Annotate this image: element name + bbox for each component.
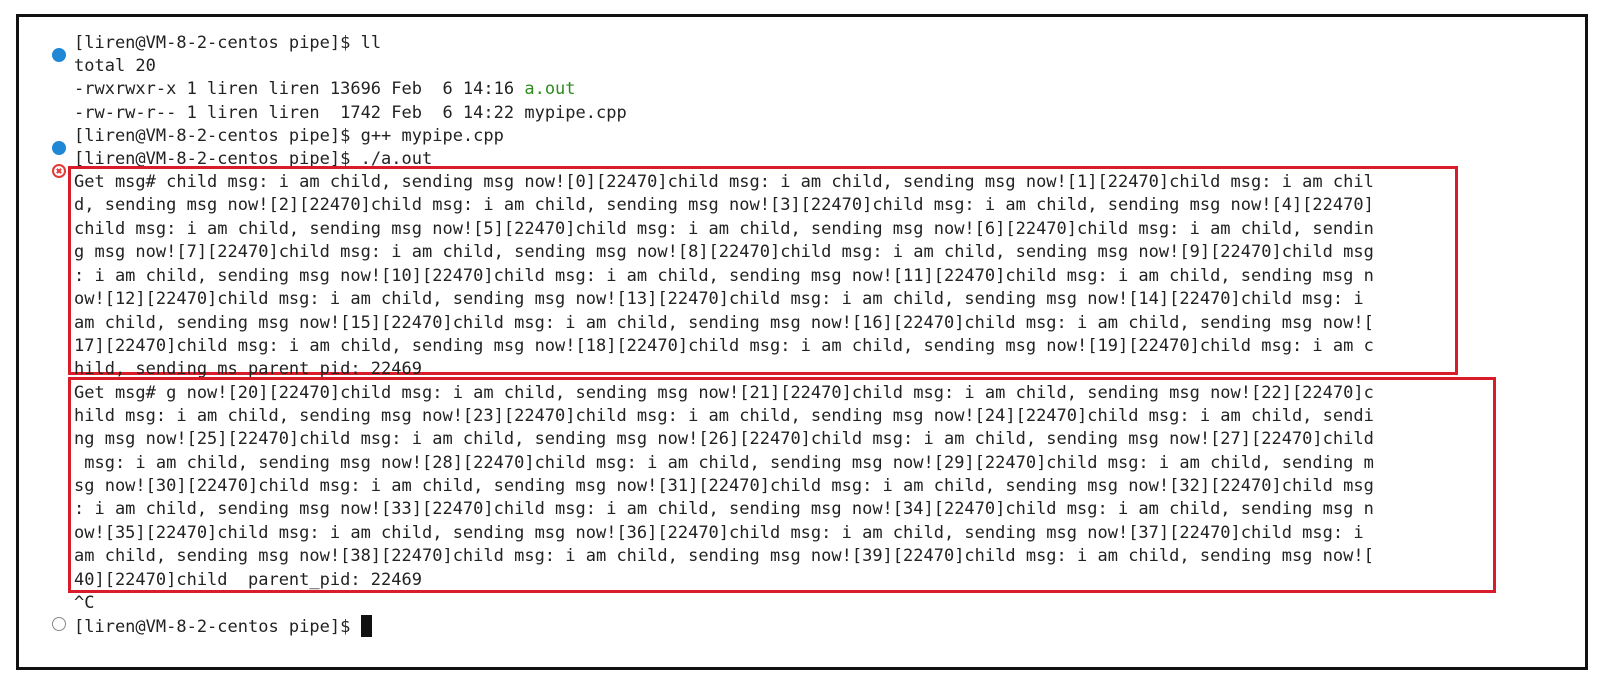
shell-prompt: [liren@VM-8-2-centos pipe]$ bbox=[74, 33, 361, 53]
interrupt-line: ^C bbox=[74, 593, 95, 613]
output-line: : i am child, sending msg now![10][22470… bbox=[74, 266, 1374, 286]
output-line: hild msg: i am child, sending msg now![2… bbox=[74, 406, 1374, 426]
output-line: d, sending msg now![2][22470]child msg: … bbox=[74, 195, 1374, 215]
shell-prompt: [liren@VM-8-2-centos pipe]$ bbox=[74, 617, 361, 637]
command-success-icon[interactable] bbox=[52, 141, 66, 155]
output-line: ng msg now![25][22470]child msg: i am ch… bbox=[74, 429, 1374, 449]
output-line: : i am child, sending msg now![33][22470… bbox=[74, 499, 1374, 519]
file-meta: -rw-rw-r-- 1 liren liren 1742 Feb 6 14:2… bbox=[74, 103, 525, 123]
command-line-current[interactable]: [liren@VM-8-2-centos pipe]$ bbox=[74, 615, 372, 639]
file-name-executable: a.out bbox=[524, 79, 576, 99]
output-line: sg now![30][22470]child msg: i am child,… bbox=[74, 476, 1374, 496]
output-line: 17][22470]child msg: i am child, sending… bbox=[74, 336, 1374, 356]
output-line: 40][22470]child parent_pid: 22469 bbox=[74, 570, 422, 590]
text-cursor bbox=[360, 615, 372, 637]
output-line: Get msg# child msg: i am child, sending … bbox=[74, 172, 1374, 192]
terminal-window[interactable]: [liren@VM-8-2-centos pipe]$ ll total 20 … bbox=[16, 14, 1588, 670]
output-line: ow![35][22470]child msg: i am child, sen… bbox=[74, 523, 1364, 543]
command-text: g++ mypipe.cpp bbox=[360, 126, 504, 146]
output-line: child msg: i am child, sending msg now![… bbox=[74, 219, 1374, 239]
ls-total-line: total 20 bbox=[74, 56, 156, 76]
ls-file-row: -rwxrwxr-x 1 liren liren 13696 Feb 6 14:… bbox=[74, 78, 576, 101]
command-line-ls: [liren@VM-8-2-centos pipe]$ ll bbox=[74, 32, 381, 55]
output-line: am child, sending msg now![38][22470]chi… bbox=[74, 546, 1374, 566]
file-meta: -rwxrwxr-x 1 liren liren 13696 Feb 6 14:… bbox=[74, 79, 525, 99]
output-line: Get msg# g now![20][22470]child msg: i a… bbox=[74, 383, 1374, 403]
command-pending-icon[interactable] bbox=[52, 617, 66, 631]
output-line: ow![12][22470]child msg: i am child, sen… bbox=[74, 289, 1364, 309]
command-success-icon[interactable] bbox=[52, 48, 66, 62]
ls-file-row: -rw-rw-r-- 1 liren liren 1742 Feb 6 14:2… bbox=[74, 102, 627, 125]
terminal-output[interactable]: [liren@VM-8-2-centos pipe]$ ll total 20 … bbox=[19, 17, 1585, 667]
output-line: g msg now![7][22470]child msg: i am chil… bbox=[74, 242, 1374, 262]
file-name: mypipe.cpp bbox=[524, 103, 627, 123]
command-text: ll bbox=[360, 33, 382, 53]
command-error-icon[interactable] bbox=[52, 164, 66, 178]
output-line: msg: i am child, sending msg now![28][22… bbox=[74, 453, 1374, 473]
output-line: am child, sending msg now![15][22470]chi… bbox=[74, 313, 1374, 333]
shell-prompt: [liren@VM-8-2-centos pipe]$ bbox=[74, 126, 361, 146]
command-line-compile: [liren@VM-8-2-centos pipe]$ g++ mypipe.c… bbox=[74, 125, 504, 148]
